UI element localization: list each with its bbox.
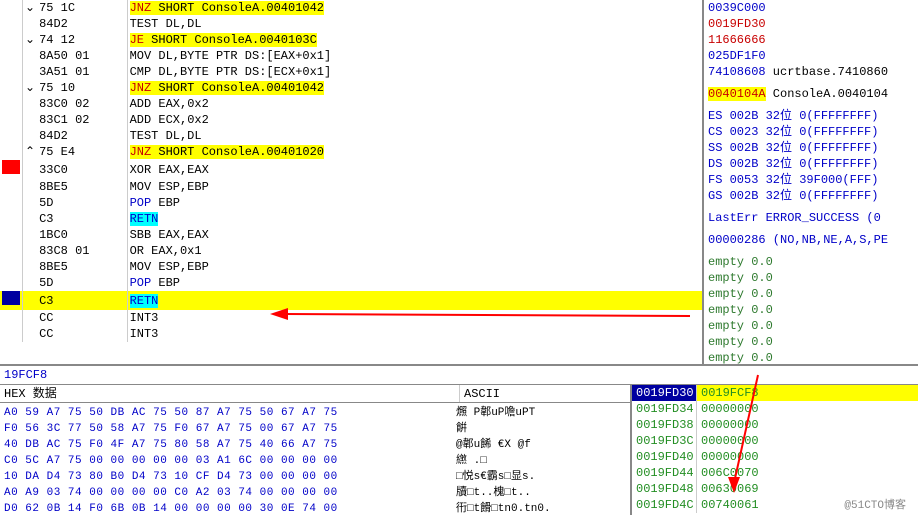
bottom-container: HEX 数据 ASCII A0 59 A7 75 50 DB AC 75 50 … xyxy=(0,385,918,515)
fpu-register: empty 0.0 xyxy=(708,302,914,318)
disasm-row[interactable]: CCINT3 xyxy=(0,310,702,326)
hex-dump-panel[interactable]: HEX 数据 ASCII A0 59 A7 75 50 DB AC 75 50 … xyxy=(0,385,632,515)
stack-row[interactable]: 0019FD3400000000 xyxy=(632,401,918,417)
disasm-row[interactable]: 8A50 01MOV DL,BYTE PTR DS:[EAX+0x1] xyxy=(0,48,702,64)
stack-row[interactable]: 0019FD44006C0070 xyxy=(632,465,918,481)
segment-register: GS 002B 32位 0(FFFFFFFF) xyxy=(708,188,914,204)
hex-row[interactable]: 10 DA D4 73 80 B0 D4 73 10 CF D4 73 00 0… xyxy=(4,469,626,485)
fpu-register: empty 0.0 xyxy=(708,286,914,302)
disasm-row[interactable]: 83C1 02ADD ECX,0x2 xyxy=(0,112,702,128)
hex-body[interactable]: A0 59 A7 75 50 DB AC 75 50 87 A7 75 50 6… xyxy=(0,403,630,519)
segment-register: DS 002B 32位 0(FFFFFFFF) xyxy=(708,156,914,172)
disasm-row[interactable]: 5DPOP EBP xyxy=(0,275,702,291)
hex-header: HEX 数据 ASCII xyxy=(0,385,630,403)
fpu-register: empty 0.0 xyxy=(708,270,914,286)
stack-row[interactable]: 0019FD3C00000000 xyxy=(632,433,918,449)
disassembly-panel[interactable]: ⌄75 1CJNZ SHORT ConsoleA.0040104284D2TES… xyxy=(0,0,704,364)
disasm-row[interactable]: ⌃75 E4JNZ SHORT ConsoleA.00401020 xyxy=(0,144,702,160)
segment-register: ES 002B 32位 0(FFFFFFFF) xyxy=(708,108,914,124)
info-line: 19FCF8 xyxy=(0,365,918,385)
eflags: 00000286 (NO,NB,NE,A,S,PE xyxy=(708,232,914,248)
hex-row[interactable]: A0 A9 03 74 00 00 00 00 C0 A2 03 74 00 0… xyxy=(4,485,626,501)
disasm-row[interactable]: 83C0 02ADD EAX,0x2 xyxy=(0,96,702,112)
main-container: ⌄75 1CJNZ SHORT ConsoleA.0040104284D2TES… xyxy=(0,0,918,365)
ascii-header-label: ASCII xyxy=(460,385,630,402)
stack-body[interactable]: 0019FD300019FCF80019FD34000000000019FD38… xyxy=(632,385,918,513)
fpu-register: empty 0.0 xyxy=(708,254,914,270)
hex-row[interactable]: A0 59 A7 75 50 DB AC 75 50 87 A7 75 50 6… xyxy=(4,405,626,421)
hex-header-label: HEX 数据 xyxy=(0,385,460,402)
disassembly-table[interactable]: ⌄75 1CJNZ SHORT ConsoleA.0040104284D2TES… xyxy=(0,0,702,342)
disasm-row[interactable]: 3A51 01CMP DL,BYTE PTR DS:[ECX+0x1] xyxy=(0,64,702,80)
stack-row[interactable]: 0019FD4000000000 xyxy=(632,449,918,465)
register-value: 025DF1F0 xyxy=(708,48,914,64)
disasm-row[interactable]: C3RETN xyxy=(0,211,702,227)
hex-row[interactable]: C0 5C A7 75 00 00 00 00 00 03 A1 6C 00 0… xyxy=(4,453,626,469)
eip-value: 0040104A ConsoleA.0040104 xyxy=(708,86,914,102)
disasm-row[interactable]: 8BE5MOV ESP,EBP xyxy=(0,179,702,195)
disasm-row[interactable]: ⌄75 10JNZ SHORT ConsoleA.00401042 xyxy=(0,80,702,96)
disasm-row[interactable]: C3RETN xyxy=(0,291,702,310)
last-error: LastErr ERROR_SUCCESS (0 xyxy=(708,210,914,226)
registers-panel[interactable]: 0039C0000019FD3011666666025DF1F074108608… xyxy=(704,0,918,364)
disasm-row[interactable]: 1BC0SBB EAX,EAX xyxy=(0,227,702,243)
disasm-row[interactable]: 8BE5MOV ESP,EBP xyxy=(0,259,702,275)
disasm-row[interactable]: 33C0XOR EAX,EAX xyxy=(0,160,702,179)
segment-register: SS 002B 32位 0(FFFFFFFF) xyxy=(708,140,914,156)
watermark: @51CTO博客 xyxy=(844,496,906,512)
segment-register: FS 0053 32位 39F000(FFF) xyxy=(708,172,914,188)
register-value: 11666666 xyxy=(708,32,914,48)
segment-register: CS 0023 32位 0(FFFFFFFF) xyxy=(708,124,914,140)
fpu-register: empty 0.0 xyxy=(708,334,914,350)
hex-row[interactable]: 40 DB AC 75 F0 4F A7 75 80 58 A7 75 40 6… xyxy=(4,437,626,453)
register-value: 0019FD30 xyxy=(708,16,914,32)
hex-row[interactable]: F0 56 3C 77 50 58 A7 75 F0 67 A7 75 00 6… xyxy=(4,421,626,437)
disasm-row[interactable]: CCINT3 xyxy=(0,326,702,342)
disasm-row[interactable]: 84D2TEST DL,DL xyxy=(0,128,702,144)
stack-row[interactable]: 0019FD4800630069 xyxy=(632,481,918,497)
stack-row[interactable]: 0019FD300019FCF8 xyxy=(632,385,918,401)
disasm-row[interactable]: ⌄75 1CJNZ SHORT ConsoleA.00401042 xyxy=(0,0,702,16)
disasm-row[interactable]: 83C8 01OR EAX,0x1 xyxy=(0,243,702,259)
register-value: 0039C000 xyxy=(708,0,914,16)
disasm-row[interactable]: 5DPOP EBP xyxy=(0,195,702,211)
fpu-register: empty 0.0 xyxy=(708,318,914,334)
hex-row[interactable]: D0 62 0B 14 F0 6B 0B 14 00 00 00 00 30 0… xyxy=(4,501,626,517)
register-value: 74108608 ucrtbase.7410860 xyxy=(708,64,914,80)
stack-row[interactable]: 0019FD3800000000 xyxy=(632,417,918,433)
fpu-register: empty 0.0 xyxy=(708,350,914,364)
disasm-row[interactable]: 84D2TEST DL,DL xyxy=(0,16,702,32)
disasm-row[interactable]: ⌄74 12JE SHORT ConsoleA.0040103C xyxy=(0,32,702,48)
